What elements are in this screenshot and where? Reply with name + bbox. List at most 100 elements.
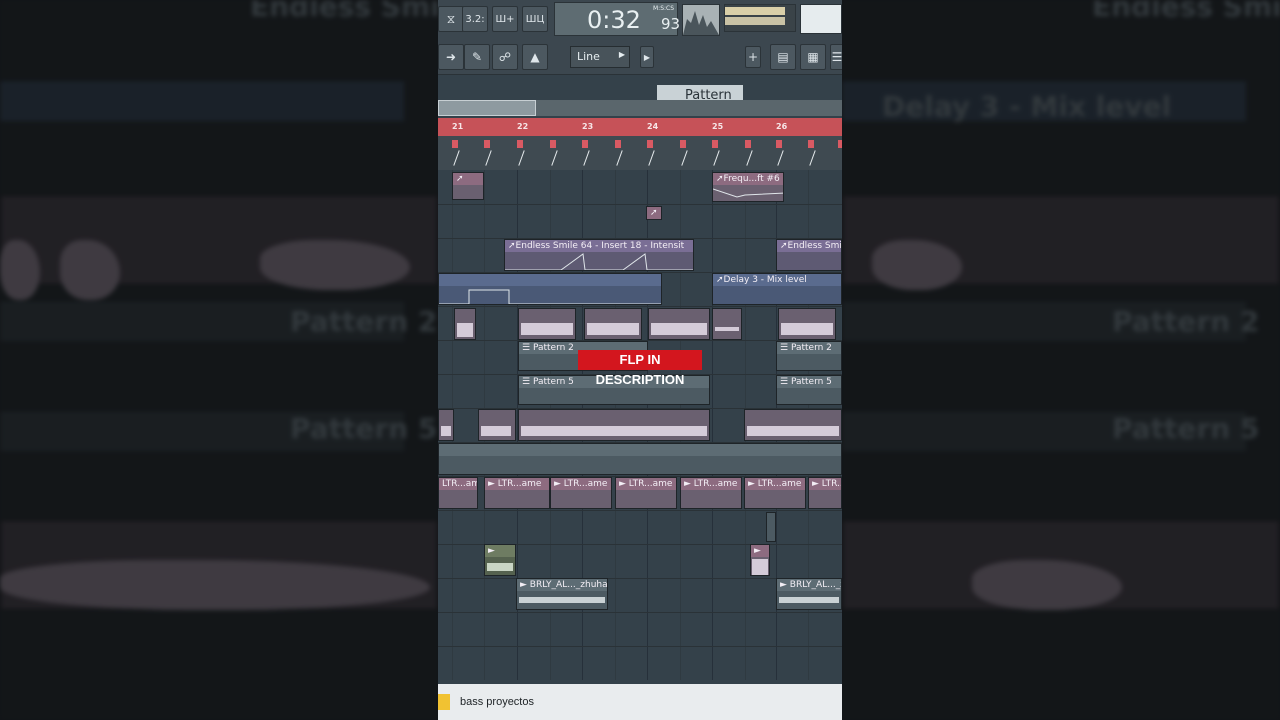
time-marker[interactable] — [680, 140, 686, 148]
audio-clip[interactable] — [454, 308, 476, 340]
clip-header — [439, 444, 841, 456]
blurred-pattern2-left: Pattern 2 — [290, 305, 438, 338]
metronome-icon: ⧖ — [446, 11, 456, 26]
play-icon: ► — [520, 580, 530, 590]
playlist-toolbar: ➜ ✎ ☍ ▲ Line ▶ ▶ Pattern 3 + ▤ ▦ ☰ — [438, 40, 842, 118]
pattern-icon: ☰ — [780, 343, 791, 353]
audio-clip[interactable] — [744, 409, 842, 441]
audio-clip[interactable] — [438, 409, 454, 441]
audio-clip[interactable] — [648, 308, 710, 340]
automation-icon: ➚ — [647, 207, 661, 219]
clip-label: LTR...ame — [628, 479, 673, 489]
stamp-tool-button[interactable]: ▲ — [522, 44, 548, 70]
audio-clip-ltr[interactable]: ► LTR...ame — [484, 477, 550, 509]
track-lane[interactable] — [438, 612, 842, 647]
automation-clip-blue[interactable] — [438, 273, 662, 305]
clip-label: BRLY_AL..._z — [789, 580, 842, 590]
automation-clip-endless-2[interactable]: ➚Endless Smil — [776, 239, 842, 271]
audio-clip-ltr[interactable]: LTR...ame — [438, 477, 478, 509]
clip-header — [439, 274, 661, 286]
audio-clip-ltr[interactable]: ► LTR...ame — [808, 477, 842, 509]
snap-button[interactable]: ШЦ — [522, 6, 548, 32]
play-icon: ► — [748, 479, 758, 489]
clip-label: LTR...ame — [497, 479, 542, 489]
arrow-right-icon: ➜ — [445, 50, 457, 64]
snap-mode-dropdown[interactable]: Line ▶ — [570, 46, 630, 68]
overview-selection[interactable] — [438, 100, 536, 116]
audio-clip[interactable]: ► — [484, 544, 516, 576]
automation-clip-frequ[interactable]: ➚Frequ...ft #6 — [712, 172, 784, 202]
audio-clip[interactable] — [518, 409, 710, 441]
channel-rack-button[interactable]: ▤ — [770, 44, 796, 70]
bar-number: 24 — [647, 122, 659, 131]
metronome-button[interactable]: ⧖ — [438, 6, 464, 32]
add-playlist-button[interactable]: Ш+ — [492, 6, 518, 32]
automation-clip[interactable]: ➚ — [452, 172, 484, 200]
piano-roll-button[interactable]: ▦ — [800, 44, 826, 70]
track-lane[interactable] — [438, 204, 842, 239]
time-marker[interactable] — [517, 140, 523, 148]
audio-clip[interactable] — [766, 512, 776, 542]
time-marker[interactable] — [615, 140, 621, 148]
play-icon: ► — [751, 545, 769, 557]
audio-clip-ltr[interactable]: ► LTR...ame — [744, 477, 806, 509]
browser-folder-name[interactable]: bass proyectos — [460, 696, 534, 708]
time-marker[interactable] — [745, 140, 751, 148]
pattern-icon: ☰ — [780, 377, 791, 387]
automation-curve — [713, 188, 783, 198]
playlist-grid[interactable]: ➚ ➚Frequ...ft #6 ➚ ➚Endless Smile 64 - I… — [438, 170, 842, 680]
time-marker[interactable] — [452, 140, 458, 148]
pencil-icon: ✎ — [471, 50, 483, 64]
play-arrow-icon: ▶ — [643, 52, 651, 62]
audio-clip-brly[interactable]: ► BRLY_AL..._z — [776, 578, 842, 610]
time-marker[interactable] — [712, 140, 718, 148]
time-marker[interactable] — [484, 140, 490, 148]
clip-label: LTR...ame — [563, 479, 608, 489]
overview-scrollbar[interactable] — [438, 100, 842, 116]
track-lane[interactable] — [438, 510, 842, 545]
blurred-background-right: Endless Smile Delay 3 - Mix level Patter… — [842, 0, 1280, 720]
automation-clip-delay[interactable]: ➚Delay 3 - Mix level — [712, 273, 842, 305]
time-display[interactable]: 0:32 M:S:CS 93 — [554, 2, 680, 36]
arrow-right-button[interactable]: ➜ — [438, 44, 464, 70]
clip-label: LTR...ame — [821, 479, 841, 489]
audio-clip[interactable]: ► — [750, 544, 770, 576]
blurred-delay-right: Delay 3 - Mix level — [882, 90, 1172, 123]
add-pattern-button[interactable]: + — [745, 46, 761, 68]
pattern-clip[interactable]: ☰ Pattern 5 — [776, 375, 842, 405]
time-marker[interactable] — [838, 140, 842, 148]
step-edit-button[interactable]: 3.2: — [462, 6, 488, 32]
audio-clip[interactable] — [478, 409, 516, 441]
time-marker[interactable] — [550, 140, 556, 148]
audio-clip[interactable] — [712, 308, 742, 340]
link-tool-button[interactable]: ☍ — [492, 44, 518, 70]
time-marker[interactable] — [776, 140, 782, 148]
pattern-prev-button[interactable]: ▶ — [640, 46, 654, 68]
piano-roll-icon: ▦ — [807, 50, 819, 64]
audio-clip[interactable] — [518, 308, 576, 340]
timeline-ruler[interactable]: 21 22 23 24 25 26 — [438, 118, 842, 136]
time-marker[interactable] — [808, 140, 814, 148]
clip-label: Pattern 5 — [790, 377, 832, 387]
audio-clip-ltr[interactable]: ► LTR...ame — [615, 477, 677, 509]
automation-curve — [505, 253, 693, 270]
automation-clip-small[interactable]: ➚ — [646, 206, 662, 220]
audio-clip-ltr[interactable]: ► LTR...ame — [680, 477, 742, 509]
draw-tool-button[interactable]: ✎ — [464, 44, 490, 70]
automation-clip-endless[interactable]: ➚Endless Smile 64 - Insert 18 - Intensit — [504, 239, 694, 271]
audio-clip-brly[interactable]: ► BRLY_AL..._zhuhai — [516, 578, 608, 610]
bar-number: 25 — [712, 122, 724, 131]
playlist-button[interactable]: ☰ — [830, 44, 842, 70]
level-meter — [724, 4, 796, 32]
time-marker[interactable] — [582, 140, 588, 148]
step-edit-label: 3.2: — [465, 13, 485, 25]
pattern-clip[interactable]: ☰ Pattern 2 — [776, 341, 842, 371]
audio-clip[interactable] — [778, 308, 836, 340]
audio-clip[interactable] — [584, 308, 642, 340]
top-toolbar: ⧖ 3.2: Ш+ ШЦ 0:32 M:S:CS 93 — [438, 0, 842, 40]
time-marker[interactable] — [647, 140, 653, 148]
audio-clip-ltr[interactable]: ► LTR...ame — [550, 477, 612, 509]
blurred-pattern5-left: Pattern 5 — [290, 412, 438, 445]
browser-footer: bass proyectos — [438, 684, 842, 720]
audio-clip[interactable] — [438, 443, 842, 475]
